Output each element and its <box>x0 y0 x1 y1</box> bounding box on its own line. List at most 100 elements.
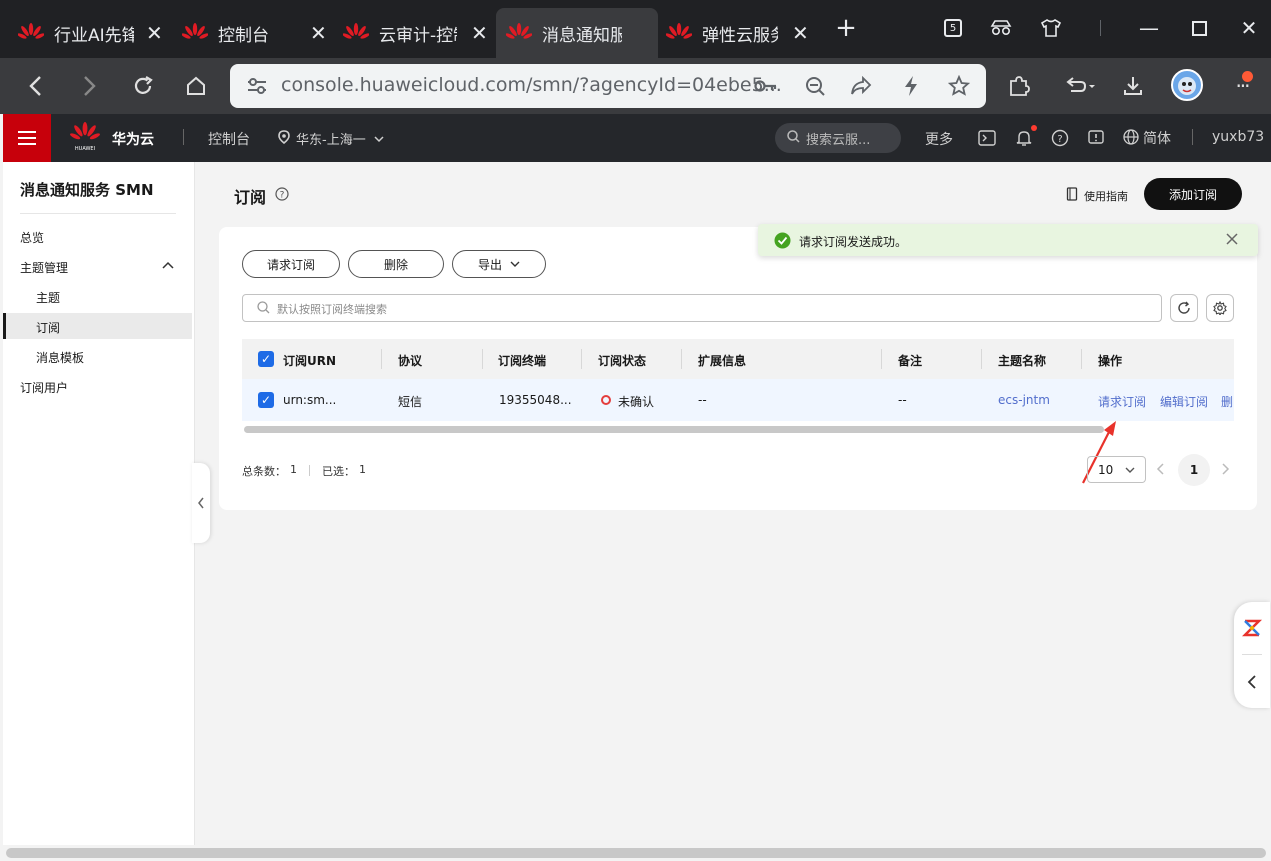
home-icon[interactable] <box>178 68 214 104</box>
reload-icon[interactable] <box>125 68 161 104</box>
new-tab-icon[interactable]: + <box>830 12 862 44</box>
sidebar-title: 消息通知服务 SMN <box>20 181 154 199</box>
next-page-icon[interactable] <box>1220 463 1230 478</box>
lightning-icon[interactable] <box>893 68 929 104</box>
search-icon <box>257 301 270 317</box>
select-all-checkbox[interactable]: ✓ <box>258 351 274 367</box>
close-icon[interactable] <box>1226 233 1238 248</box>
browser-tab[interactable]: 行业AI先锋 ✕ <box>0 8 170 58</box>
location-pin-icon <box>278 130 290 147</box>
language-label: 简体 <box>1143 131 1171 147</box>
download-icon[interactable] <box>1115 68 1151 104</box>
region-selector[interactable]: 华东-上海一 <box>278 129 384 148</box>
column-separator <box>482 349 483 369</box>
close-tab-icon[interactable]: ✕ <box>146 21 163 45</box>
forward-icon[interactable] <box>72 68 108 104</box>
undo-dropdown-icon[interactable] <box>1058 68 1102 104</box>
column-separator <box>581 349 582 369</box>
global-search-input[interactable]: 搜索云服... <box>775 123 901 153</box>
cell-endpoint[interactable]: 19355048... <box>499 393 572 407</box>
more-link[interactable]: 更多 <box>925 129 953 149</box>
site-settings-icon[interactable] <box>246 77 268 98</box>
extensions-icon[interactable] <box>1001 68 1037 104</box>
page-number-current[interactable]: 1 <box>1178 454 1210 486</box>
bookmark-star-icon[interactable] <box>941 68 977 104</box>
terminal-icon[interactable] <box>975 126 999 150</box>
share-icon[interactable] <box>843 68 879 104</box>
settings-button[interactable] <box>1206 294 1234 322</box>
column-header-protocol[interactable]: 协议 <box>398 352 422 369</box>
sidebar-item-overview[interactable]: 总览 <box>20 229 44 246</box>
browser-tab-active[interactable]: 消息通知服务 <box>496 8 658 58</box>
incognito-icon[interactable] <box>985 12 1017 44</box>
sidebar-item-message-templates[interactable]: 消息模板 <box>36 349 84 366</box>
column-header-status[interactable]: 订阅状态 <box>598 352 646 369</box>
close-tab-icon[interactable]: ✕ <box>471 21 488 45</box>
book-icon <box>1066 187 1078 204</box>
hamburger-menu-icon[interactable] <box>3 114 51 162</box>
zoom-out-icon[interactable] <box>797 68 833 104</box>
column-header-extra[interactable]: 扩展信息 <box>698 352 746 369</box>
minimize-icon[interactable]: — <box>1133 12 1165 44</box>
table-horizontal-scrollbar[interactable] <box>244 426 1104 433</box>
browser-tab[interactable]: 控制台 ✕ <box>170 8 335 58</box>
help-icon[interactable]: ? <box>1048 126 1072 150</box>
browser-tab[interactable]: 弹性云服务器 ✕ <box>658 8 823 58</box>
assistant-logo-icon[interactable] <box>1241 618 1263 641</box>
close-tab-icon[interactable]: ✕ <box>310 21 327 45</box>
action-delete[interactable]: 删 <box>1221 393 1234 410</box>
column-header-urn[interactable]: 订阅URN <box>283 352 336 369</box>
cell-topic-link[interactable]: ecs-jntm <box>998 393 1050 407</box>
username[interactable]: yuxb73 <box>1212 129 1264 145</box>
maximize-icon[interactable] <box>1183 12 1215 44</box>
table-row[interactable] <box>242 379 1234 421</box>
chevron-up-icon[interactable] <box>162 260 174 274</box>
column-header-topic[interactable]: 主题名称 <box>998 352 1046 369</box>
sidebar-collapse-handle[interactable] <box>192 463 210 543</box>
brand-name[interactable]: 华为云 <box>112 129 154 149</box>
language-selector[interactable]: 简体 <box>1123 128 1171 148</box>
selected-count: 1 <box>359 463 366 476</box>
key-icon[interactable] <box>748 68 784 104</box>
sidebar-item-subscription-users[interactable]: 订阅用户 <box>20 379 68 396</box>
cell-urn[interactable]: urn:sm... <box>283 393 336 407</box>
delete-button[interactable]: 删除 <box>348 250 444 278</box>
page-size-select[interactable]: 10 <box>1087 456 1146 483</box>
refresh-icon <box>1178 301 1190 314</box>
refresh-button[interactable] <box>1170 294 1198 322</box>
add-subscription-button[interactable]: 添加订阅 <box>1144 178 1242 210</box>
sidebar-item-topic-management[interactable]: 主题管理 <box>20 259 68 276</box>
search-placeholder: 搜索云服... <box>806 132 871 148</box>
sidebar-item-topics[interactable]: 主题 <box>36 289 60 306</box>
back-icon[interactable] <box>17 68 53 104</box>
console-link[interactable]: 控制台 <box>208 129 250 149</box>
prev-page-icon[interactable] <box>1156 463 1166 478</box>
column-separator <box>681 349 682 369</box>
sidebar-item-subscriptions[interactable]: 订阅 <box>36 319 60 336</box>
close-tab-icon[interactable]: ✕ <box>792 21 809 45</box>
theme-shirt-icon[interactable] <box>1035 12 1067 44</box>
request-subscription-button[interactable]: 请求订阅 <box>242 250 340 278</box>
browser-tab[interactable]: 云审计-控制台 ✕ <box>335 8 495 58</box>
row-checkbox[interactable]: ✓ <box>258 392 274 408</box>
user-guide-label: 使用指南 <box>1084 189 1128 203</box>
success-check-icon <box>774 232 791 252</box>
column-header-remark[interactable]: 备注 <box>898 352 922 369</box>
column-header-endpoint[interactable]: 订阅终端 <box>498 352 546 369</box>
gear-icon <box>1213 301 1227 315</box>
tab-count-icon[interactable]: 5 <box>937 12 969 44</box>
chevron-left-icon[interactable] <box>1247 674 1257 693</box>
huawei-logo[interactable]: HUAWEI <box>70 122 100 154</box>
avatar[interactable] <box>1171 69 1203 101</box>
action-request-subscription[interactable]: 请求订阅 <box>1098 393 1146 410</box>
url-text[interactable]: console.huaweicloud.com/smn/?agencyId=04… <box>281 74 782 96</box>
tab-title: 消息通知服务 <box>542 25 622 46</box>
export-button[interactable]: 导出 <box>452 250 546 278</box>
close-window-icon[interactable]: ✕ <box>1233 12 1265 44</box>
help-icon[interactable]: ? <box>275 187 289 204</box>
page-horizontal-scrollbar[interactable] <box>6 848 1266 858</box>
total-count: 1 <box>290 463 297 476</box>
user-guide-link[interactable]: 使用指南 <box>1066 187 1128 204</box>
action-edit-subscription[interactable]: 编辑订阅 <box>1160 393 1208 410</box>
feedback-icon[interactable] <box>1084 126 1108 150</box>
